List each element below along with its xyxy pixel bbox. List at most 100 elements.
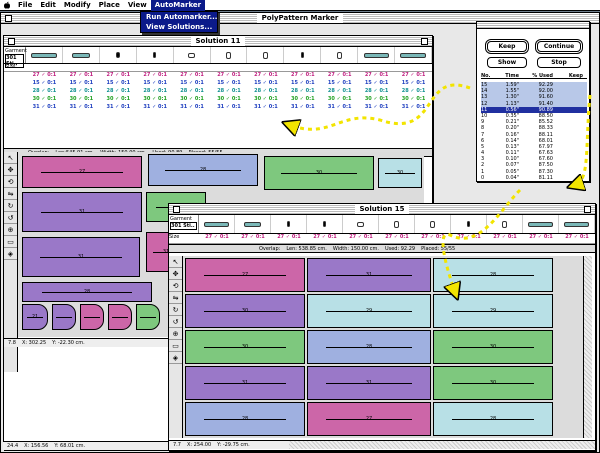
close-box-icon[interactable] bbox=[8, 38, 15, 45]
pattern-piece[interactable] bbox=[80, 304, 104, 330]
piece-column[interactable] bbox=[174, 47, 211, 63]
qty-cell[interactable]: 27 ✓ 0:1 bbox=[247, 72, 284, 80]
piece-column[interactable] bbox=[487, 215, 523, 233]
qty-cell[interactable]: 31 ✓ 0:1 bbox=[26, 104, 63, 112]
piece-column[interactable] bbox=[199, 215, 235, 233]
qty-cell[interactable]: 27 ✓ 0:1 bbox=[415, 234, 451, 243]
qty-cell[interactable]: 30 ✓ 0:1 bbox=[100, 96, 137, 104]
pattern-piece[interactable] bbox=[108, 304, 132, 330]
qty-cell[interactable]: 27 ✓ 0:1 bbox=[199, 234, 235, 243]
close-box-icon[interactable] bbox=[5, 15, 12, 22]
pattern-piece[interactable] bbox=[136, 304, 160, 330]
qty-cell[interactable]: 30 ✓ 0:1 bbox=[284, 96, 321, 104]
marker-canvas-15[interactable]: 27 31 28 30 29 29 30 28 30 31 31 30 28 2… bbox=[183, 256, 583, 438]
zoom-box-icon[interactable] bbox=[421, 38, 428, 45]
pattern-piece[interactable]: 27 bbox=[307, 402, 431, 436]
qty-cell[interactable]: 27 ✓ 0:1 bbox=[487, 234, 523, 243]
pattern-piece[interactable]: 30 bbox=[185, 294, 305, 328]
grab-tool-icon[interactable]: ✥ bbox=[4, 164, 17, 176]
piece-column[interactable] bbox=[415, 215, 451, 233]
qty-cell[interactable]: 31 ✓ 0:1 bbox=[63, 104, 100, 112]
pattern-piece[interactable]: 30 bbox=[264, 156, 374, 190]
qty-cell[interactable]: 30 ✓ 0:1 bbox=[321, 96, 358, 104]
piece-column[interactable] bbox=[235, 215, 271, 233]
horizontal-scrollbar[interactable] bbox=[289, 440, 595, 449]
pattern-piece[interactable]: 30 bbox=[433, 330, 553, 364]
qty-cell[interactable]: 27 ✓ 0:1 bbox=[379, 234, 415, 243]
qty-cell[interactable]: 31 ✓ 0:1 bbox=[395, 104, 432, 112]
qty-cell[interactable]: 31 ✓ 0:1 bbox=[211, 104, 248, 112]
qty-cell[interactable]: 27 ✓ 0:1 bbox=[307, 234, 343, 243]
qty-cell[interactable]: 27 ✓ 0:1 bbox=[451, 234, 487, 243]
show-button[interactable]: Show bbox=[487, 57, 527, 68]
qty-cell[interactable]: 30 ✓ 0:1 bbox=[174, 96, 211, 104]
zoom-tool-icon[interactable]: ⊕ bbox=[169, 328, 182, 340]
piece-column[interactable] bbox=[523, 215, 559, 233]
piece-column[interactable] bbox=[379, 215, 415, 233]
pattern-piece[interactable]: 28 bbox=[307, 330, 431, 364]
piece-column[interactable] bbox=[211, 47, 248, 63]
piece-column[interactable] bbox=[321, 47, 359, 63]
group-tool-icon[interactable]: ◈ bbox=[4, 248, 17, 260]
qty-cell[interactable]: 15 ✓ 0:1 bbox=[100, 80, 137, 88]
rotate-tool-icon[interactable]: ⟲ bbox=[169, 280, 182, 292]
piece-column[interactable] bbox=[559, 215, 595, 233]
piece-column[interactable] bbox=[247, 47, 285, 63]
group-tool-icon[interactable]: ◈ bbox=[169, 352, 182, 364]
piece-column[interactable] bbox=[271, 215, 307, 233]
grab-tool-icon[interactable]: ✥ bbox=[169, 268, 182, 280]
qty-cell[interactable]: 15 ✓ 0:1 bbox=[63, 80, 100, 88]
pattern-piece[interactable]: 31 bbox=[185, 366, 305, 400]
pattern-piece[interactable]: 31 bbox=[307, 366, 431, 400]
piece-column[interactable] bbox=[26, 47, 63, 63]
pattern-piece[interactable]: 27 bbox=[22, 156, 142, 188]
pattern-piece[interactable]: 30 bbox=[433, 366, 553, 400]
qty-cell[interactable]: 27 ✓ 0:1 bbox=[63, 72, 100, 80]
qty-cell[interactable]: 31 ✓ 0:1 bbox=[100, 104, 137, 112]
pattern-piece[interactable]: 31 bbox=[307, 258, 431, 292]
solution-row[interactable]: 0 0.04" 81.11 bbox=[481, 175, 587, 181]
pattern-piece[interactable]: 28 bbox=[22, 282, 152, 302]
qty-cell[interactable]: 15 ✓ 0:1 bbox=[137, 80, 174, 88]
qty-cell[interactable]: 27 ✓ 0:1 bbox=[321, 72, 358, 80]
continue-button[interactable]: Continue bbox=[537, 41, 581, 52]
qty-cell[interactable]: 27 ✓ 0:1 bbox=[137, 72, 174, 80]
keep-button[interactable]: Keep bbox=[487, 41, 527, 52]
menu-place[interactable]: Place bbox=[95, 0, 124, 11]
qty-cell[interactable]: 31 ✓ 0:1 bbox=[358, 104, 395, 112]
qty-cell[interactable]: 27 ✓ 0:1 bbox=[523, 234, 559, 243]
qty-cell[interactable]: 27 ✓ 0:1 bbox=[211, 72, 248, 80]
qty-cell[interactable]: 28 ✓ 0:1 bbox=[211, 88, 248, 96]
qty-cell[interactable]: 30 ✓ 0:1 bbox=[211, 96, 248, 104]
qty-cell[interactable]: 27 ✓ 0:1 bbox=[235, 234, 271, 243]
pattern-piece[interactable]: 28 bbox=[433, 402, 553, 436]
piece-column[interactable] bbox=[343, 215, 379, 233]
qty-cell[interactable]: 28 ✓ 0:1 bbox=[247, 88, 284, 96]
pattern-piece[interactable]: 27 bbox=[185, 258, 305, 292]
qty-cell[interactable]: 27 ✓ 0:1 bbox=[271, 234, 307, 243]
piece-column[interactable] bbox=[284, 47, 322, 63]
qty-cell[interactable]: 27 ✓ 0:1 bbox=[100, 72, 137, 80]
qty-cell[interactable]: 15 ✓ 0:1 bbox=[358, 80, 395, 88]
qty-cell[interactable]: 27 ✓ 0:1 bbox=[26, 72, 63, 80]
piece-column[interactable] bbox=[395, 47, 432, 63]
qty-cell[interactable]: 15 ✓ 0:1 bbox=[247, 80, 284, 88]
pattern-piece[interactable]: 30 bbox=[378, 158, 422, 188]
rotate-left-icon[interactable]: ↺ bbox=[169, 316, 182, 328]
qty-cell[interactable]: 15 ✓ 0:1 bbox=[284, 80, 321, 88]
pattern-piece[interactable]: 28 bbox=[185, 402, 305, 436]
pattern-piece[interactable]: 29 bbox=[307, 294, 431, 328]
menu-automarker[interactable]: AutoMarker bbox=[150, 0, 206, 11]
solution-15-titlebar[interactable]: Solution 15 bbox=[169, 204, 595, 215]
apple-menu-icon[interactable] bbox=[0, 1, 14, 10]
qty-cell[interactable]: 28 ✓ 0:1 bbox=[100, 88, 137, 96]
qty-cell[interactable]: 31 ✓ 0:1 bbox=[247, 104, 284, 112]
qty-cell[interactable]: 28 ✓ 0:1 bbox=[174, 88, 211, 96]
rotate-left-icon[interactable]: ↺ bbox=[4, 212, 17, 224]
panel-titlebar[interactable] bbox=[477, 22, 589, 29]
qty-cell[interactable]: 27 ✓ 0:1 bbox=[358, 72, 395, 80]
qty-cell[interactable]: 30 ✓ 0:1 bbox=[137, 96, 174, 104]
pattern-piece[interactable]: 21 bbox=[22, 304, 48, 330]
menu-modify[interactable]: Modify bbox=[60, 0, 95, 11]
qty-cell[interactable]: 31 ✓ 0:1 bbox=[284, 104, 321, 112]
